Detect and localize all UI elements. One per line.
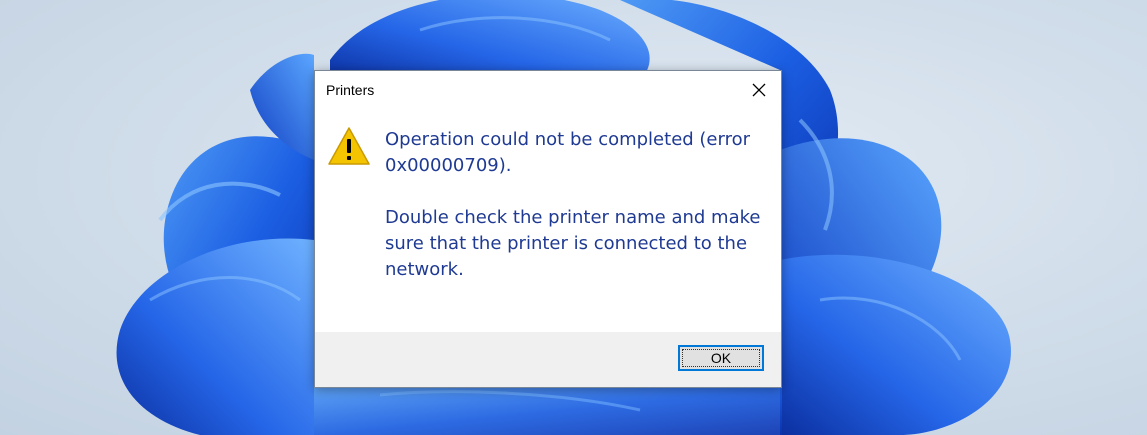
error-message: Operation could not be completed (error … <box>385 127 775 283</box>
error-message-line1: Operation could not be completed (error … <box>385 129 751 176</box>
printers-error-dialog: Printers Operation could not be complete… <box>314 70 782 388</box>
dialog-titlebar: Printers <box>315 71 781 109</box>
ok-button[interactable]: OK <box>678 345 764 371</box>
dialog-button-area: OK <box>315 332 781 387</box>
desktop: Printers Operation could not be complete… <box>0 0 1147 435</box>
dialog-title: Printers <box>326 82 375 98</box>
close-icon <box>752 83 766 97</box>
warning-icon <box>328 127 370 165</box>
close-button[interactable] <box>737 71 781 109</box>
error-message-line2: Double check the printer name and make s… <box>385 207 761 280</box>
